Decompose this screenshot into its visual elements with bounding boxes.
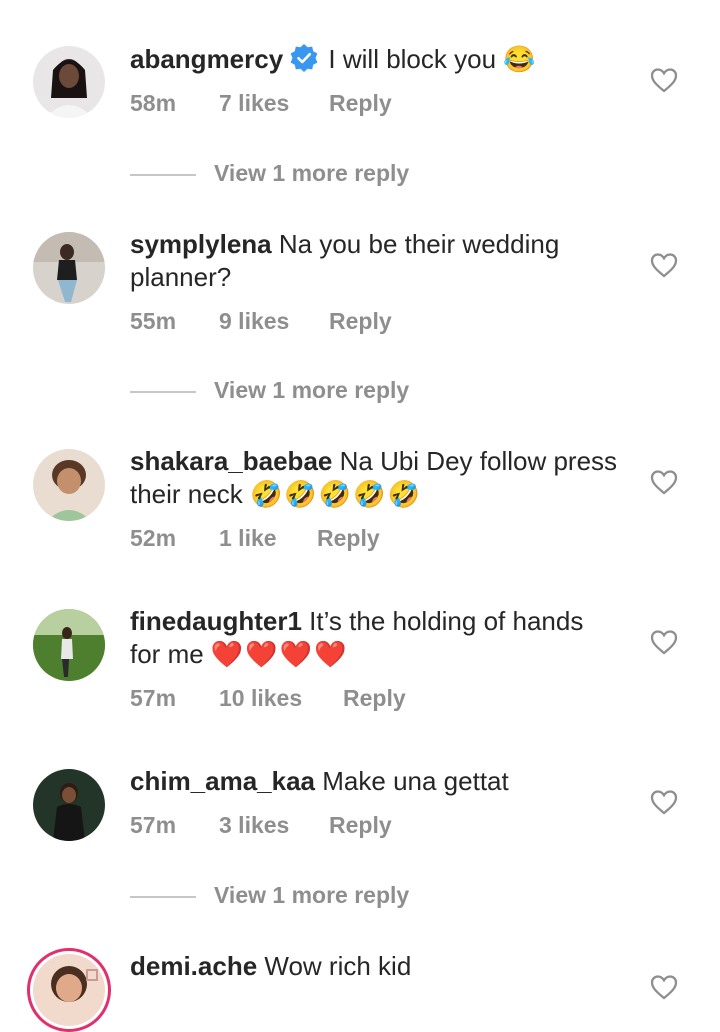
divider [130, 895, 196, 898]
rofl-emoji: 🤣🤣🤣🤣🤣 [249, 479, 422, 509]
avatar[interactable] [33, 46, 105, 118]
reply-button[interactable]: Reply [329, 90, 392, 117]
avatar[interactable] [33, 769, 105, 841]
avatar[interactable] [33, 449, 105, 521]
reply-button[interactable]: Reply [343, 685, 406, 712]
like-heart-icon[interactable] [650, 629, 678, 655]
comment-likes[interactable]: 9 likes [219, 308, 329, 335]
view-more-label[interactable]: View 1 more reply [214, 377, 409, 403]
verified-badge-icon [290, 44, 318, 72]
comment-username[interactable]: shakara_baebae [130, 446, 332, 476]
like-heart-icon[interactable] [650, 469, 678, 495]
reply-button[interactable]: Reply [329, 308, 392, 335]
like-heart-icon[interactable] [650, 789, 678, 815]
avatar[interactable] [33, 609, 105, 681]
divider [130, 173, 196, 176]
comment-likes[interactable]: 1 like [219, 525, 317, 552]
comment-text: finedaughter1 It’s the holding of hands … [130, 605, 620, 671]
view-more-label[interactable]: View 1 more reply [214, 882, 409, 908]
view-more-replies[interactable]: View 1 more reply [130, 160, 409, 187]
avatar-story-ring[interactable] [27, 948, 111, 1032]
like-heart-icon[interactable] [650, 252, 678, 278]
comment-time: 55m [130, 308, 177, 334]
comment-body: Make una gettat [322, 766, 509, 796]
comment-meta: 57m 10 likes Reply [130, 685, 406, 712]
view-more-label[interactable]: View 1 more reply [214, 160, 409, 186]
divider [130, 390, 196, 393]
comment-time: 57m [130, 685, 177, 711]
comment-text: demi.ache Wow rich kid [130, 950, 620, 983]
comment-username[interactable]: symplylena [130, 229, 272, 259]
comment-text: abangmercy I will block you 😂 [130, 43, 620, 76]
comment-body: I will block you [328, 44, 497, 74]
laugh-emoji: 😂 [503, 44, 538, 74]
comment-username[interactable]: finedaughter1 [130, 606, 302, 636]
heart-emoji: ❤️❤️❤️❤️ [210, 639, 349, 669]
comment-meta: 52m 1 like Reply [130, 525, 380, 552]
reply-button[interactable]: Reply [329, 812, 392, 839]
comment-meta: 58m 7 likes Reply [130, 90, 392, 117]
comment-username[interactable]: chim_ama_kaa [130, 766, 315, 796]
avatar [33, 954, 105, 1026]
comment-body: Wow rich kid [264, 951, 412, 981]
comment-time: 52m [130, 525, 177, 551]
comment-username[interactable]: demi.ache [130, 951, 257, 981]
comment-text: shakara_baebae Na Ubi Dey follow press t… [130, 445, 620, 511]
comment-text: chim_ama_kaa Make una gettat [130, 765, 620, 798]
view-more-replies[interactable]: View 1 more reply [130, 377, 409, 404]
like-heart-icon[interactable] [650, 67, 678, 93]
comment-meta: 57m 3 likes Reply [130, 812, 392, 839]
comment-meta: 55m 9 likes Reply [130, 308, 392, 335]
comment-time: 57m [130, 812, 177, 838]
comment-username[interactable]: abangmercy [130, 44, 283, 74]
comment-likes[interactable]: 10 likes [219, 685, 343, 712]
like-heart-icon[interactable] [650, 974, 678, 1000]
view-more-replies[interactable]: View 1 more reply [130, 882, 409, 909]
comment-time: 58m [130, 90, 177, 116]
avatar[interactable] [33, 232, 105, 304]
reply-button[interactable]: Reply [317, 525, 380, 552]
comment-likes[interactable]: 7 likes [219, 90, 329, 117]
comment-likes[interactable]: 3 likes [219, 812, 329, 839]
comment-text: symplylena Na you be their wedding plann… [130, 228, 620, 294]
